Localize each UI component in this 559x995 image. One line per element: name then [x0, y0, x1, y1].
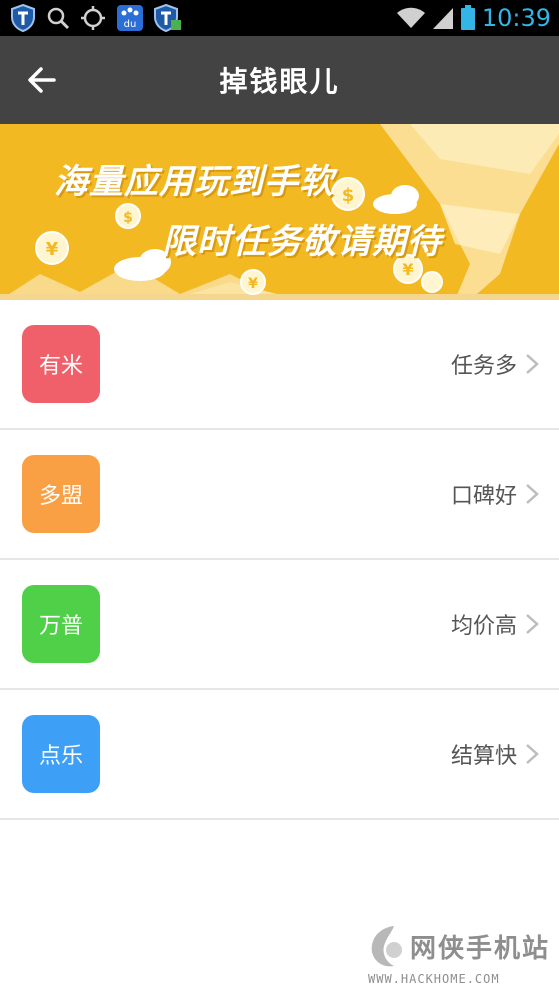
list-item-youmi[interactable]: 有米 任务多 — [0, 300, 559, 430]
wifi-icon — [396, 7, 425, 28]
list-item-wanpu[interactable]: 万普 均价高 — [0, 560, 559, 690]
signal-icon — [432, 8, 453, 29]
status-bar-left-icons: du — [10, 3, 182, 33]
baidu-icon: du — [117, 5, 143, 31]
svg-text:$: $ — [123, 210, 133, 226]
watermark-url: WWW.HACKHOME.COM — [368, 972, 500, 986]
provider-badge: 点乐 — [22, 715, 100, 793]
status-bar: du 10:39 — [0, 0, 559, 36]
app-header: 掉钱眼儿 — [0, 36, 559, 124]
svg-text:¥: ¥ — [248, 276, 258, 292]
status-bar-right-icons: 10:39 — [396, 3, 551, 33]
list-item-duomeng[interactable]: 多盟 口碑好 — [0, 430, 559, 560]
search-icon — [47, 7, 70, 30]
chevron-right-icon — [526, 484, 539, 504]
list-item-label: 口碑好 — [450, 484, 517, 509]
list-item-right: 口碑好 — [451, 430, 539, 558]
list-item-right: 结算快 — [451, 690, 539, 818]
shield-app-icon — [11, 4, 35, 32]
svg-text:¥: ¥ — [46, 239, 59, 260]
page-title: 掉钱眼儿 — [219, 65, 340, 98]
list-item-dianle[interactable]: 点乐 结算快 — [0, 690, 559, 820]
banner-headline: 海量应用玩到手软 — [54, 162, 334, 202]
list-item-right: 任务多 — [451, 300, 539, 428]
chevron-right-icon — [526, 744, 539, 764]
chevron-right-icon — [526, 614, 539, 634]
promo-banner[interactable]: ¥ $ $ ¥ ¥ 海量应用玩到手软 限时任务敬请期待 — [0, 124, 559, 300]
locate-icon — [81, 6, 105, 30]
chevron-right-icon — [526, 354, 539, 374]
banner-subheadline: 限时任务敬请期待 — [162, 222, 442, 262]
list-item-right: 均价高 — [451, 560, 539, 688]
banner-illustration: ¥ $ $ ¥ ¥ — [0, 124, 559, 300]
watermark: 网侠手机站 WWW.HACKHOME.COM — [366, 918, 556, 990]
shield-app-icon-2 — [154, 4, 181, 32]
watermark-logo-icon — [371, 926, 402, 967]
list-item-label: 任务多 — [450, 354, 517, 379]
battery-icon — [460, 5, 475, 30]
status-time: 10:39 — [481, 4, 551, 32]
provider-badge: 万普 — [22, 585, 100, 663]
list-item-label: 结算快 — [450, 744, 517, 769]
provider-list: 有米 任务多 多盟 口碑好 万普 均价高 点乐 结算快 — [0, 300, 559, 820]
watermark-name: 网侠手机站 — [410, 934, 551, 964]
svg-text:du: du — [124, 19, 137, 30]
list-item-label: 均价高 — [450, 614, 517, 639]
provider-badge: 多盟 — [22, 455, 100, 533]
provider-badge: 有米 — [22, 325, 100, 403]
svg-text:$: $ — [342, 185, 355, 206]
